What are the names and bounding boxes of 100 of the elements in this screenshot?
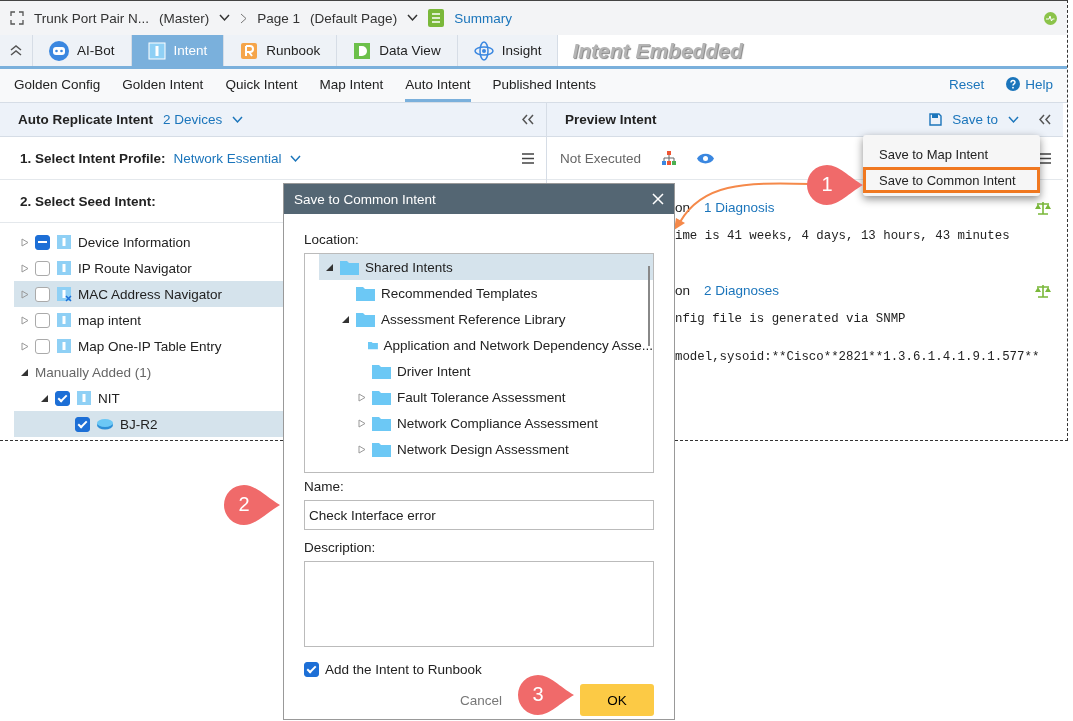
save-to-dropdown[interactable]: Save to [952, 112, 998, 127]
panel-title: Preview Intent [565, 112, 657, 127]
profile-dropdown[interactable]: Network Essential [173, 150, 282, 166]
diagnosis-link[interactable]: 1 Diagnosis [704, 200, 775, 215]
field-label: Description: [304, 540, 377, 555]
ok-button[interactable]: OK [580, 684, 654, 716]
collapsed-arrow-icon[interactable] [20, 341, 29, 351]
description-field[interactable] [304, 561, 654, 647]
sub-tab[interactable]: Map Intent [319, 69, 384, 102]
chevron-down-icon [289, 154, 301, 163]
page-note: (Default Page) [310, 10, 398, 26]
field-label: 1. Select Intent Profile: [20, 150, 166, 166]
checkbox[interactable] [35, 286, 50, 302]
module-tab[interactable]: AI-Bot [33, 35, 132, 66]
sub-tab[interactable]: Quick Intent [225, 69, 298, 102]
intent-error-icon [56, 286, 72, 302]
module-tab[interactable]: Insight [457, 35, 559, 66]
folder-item[interactable]: Driver Intent [319, 358, 653, 384]
checkbox[interactable] [35, 338, 50, 354]
eye-icon[interactable] [697, 152, 715, 164]
field-label: Location: [304, 232, 360, 247]
collapsed-arrow-icon[interactable] [20, 237, 29, 247]
folder-icon [356, 285, 375, 301]
name-field[interactable]: Check Interface error [304, 500, 654, 530]
folder-icon [372, 441, 391, 457]
collapse-left-icon[interactable] [1039, 114, 1051, 125]
intent-icon [56, 312, 72, 328]
robot-icon [49, 40, 69, 61]
collapsed-arrow-icon[interactable] [357, 418, 366, 428]
summary-link[interactable]: Summary [454, 10, 512, 26]
close-icon[interactable] [652, 193, 664, 205]
document-icon [428, 9, 445, 27]
collapsed-arrow-icon[interactable] [357, 444, 366, 454]
checkbox[interactable] [304, 662, 319, 677]
folder-icon [340, 259, 359, 275]
help-link[interactable]: Help [1025, 76, 1053, 92]
menu-icon[interactable] [522, 152, 534, 164]
atom-icon [473, 40, 494, 61]
intent-icon [147, 41, 166, 60]
module-tab[interactable]: Runbook [224, 35, 338, 66]
banner-title: Intent Embedded [571, 37, 743, 64]
diagnosis-link[interactable]: 2 Diagnoses [704, 283, 780, 298]
collapsed-arrow-icon[interactable] [357, 392, 366, 402]
checkbox[interactable] [35, 312, 50, 328]
result-name: on [675, 283, 691, 298]
folder-icon [372, 363, 391, 379]
branch-label[interactable]: (Master) [159, 10, 210, 26]
data-view-icon [353, 41, 372, 60]
result-text: ime is 41 weeks, 4 days, 13 hours, 43 minutes [674, 229, 1011, 243]
devices-dropdown[interactable]: 2 Devices [163, 112, 223, 127]
checkbox[interactable] [55, 390, 70, 406]
collapsed-arrow-icon[interactable] [20, 263, 29, 273]
breadcrumb-separator-icon [240, 12, 248, 24]
sub-tab[interactable]: Golden Config [14, 69, 101, 102]
expanded-arrow-icon[interactable] [325, 262, 334, 272]
help-icon [1006, 77, 1021, 91]
folder-item[interactable]: Shared Intents [319, 254, 653, 280]
fullscreen-icon[interactable] [10, 11, 24, 25]
menu-icon[interactable] [1039, 152, 1051, 164]
dialog-title: Save to Common Intent [294, 191, 436, 207]
folder-item[interactable]: Application and Network Dependency Asse... [319, 332, 653, 358]
cancel-button[interactable]: Cancel [453, 691, 508, 709]
group-label: Manually Added (1) [35, 364, 152, 380]
result-text: model,sysoid:**Cisco**2821**1.3.6.1.4.1.9.1.577** [674, 350, 1041, 364]
folder-item[interactable]: Fault Tolerance Assessment [319, 384, 653, 410]
intent-icon [56, 260, 72, 276]
step-callout: 3 [516, 673, 576, 717]
collapse-up-icon[interactable] [10, 45, 22, 56]
module-tab[interactable]: Data View [337, 35, 458, 66]
checkbox[interactable] [75, 416, 90, 432]
checkbox-label: Add the Intent to Runbook [325, 662, 482, 677]
collapsed-arrow-icon[interactable] [20, 315, 29, 325]
chevron-down-icon [1008, 116, 1019, 124]
folder-item[interactable]: Assessment Reference Library [319, 306, 653, 332]
intent-icon [56, 338, 72, 354]
folder-icon [356, 311, 375, 327]
folder-icon [372, 389, 391, 405]
chevron-down-icon [407, 14, 419, 22]
result-name: on [675, 200, 691, 215]
menu-item[interactable]: Save to Map Intent [863, 141, 1040, 167]
document-title[interactable]: Trunk Port Pair N... [34, 10, 150, 26]
menu-item[interactable]: Save to Common Intent [863, 167, 1040, 193]
collapsed-arrow-icon[interactable] [20, 289, 29, 299]
chevron-down-icon [219, 14, 231, 22]
expanded-arrow-icon[interactable] [341, 314, 350, 324]
checkbox[interactable] [35, 234, 50, 250]
collapse-left-icon[interactable] [522, 114, 534, 125]
checkbox[interactable] [35, 260, 50, 276]
page-label[interactable]: Page 1 [257, 10, 301, 26]
hierarchy-icon[interactable] [661, 150, 678, 166]
scale-icon [1035, 283, 1051, 298]
expanded-arrow-icon[interactable] [20, 367, 29, 377]
expanded-arrow-icon[interactable] [40, 393, 49, 403]
sub-tab[interactable]: Golden Intent [122, 69, 204, 102]
intent-icon [56, 234, 72, 250]
folder-item[interactable]: Network Design Assessment [319, 436, 653, 462]
step-callout: 1 [805, 163, 865, 207]
scale-icon [1035, 200, 1051, 215]
reset-link[interactable]: Reset [948, 76, 985, 92]
sub-tab[interactable]: Published Intents [492, 69, 597, 102]
